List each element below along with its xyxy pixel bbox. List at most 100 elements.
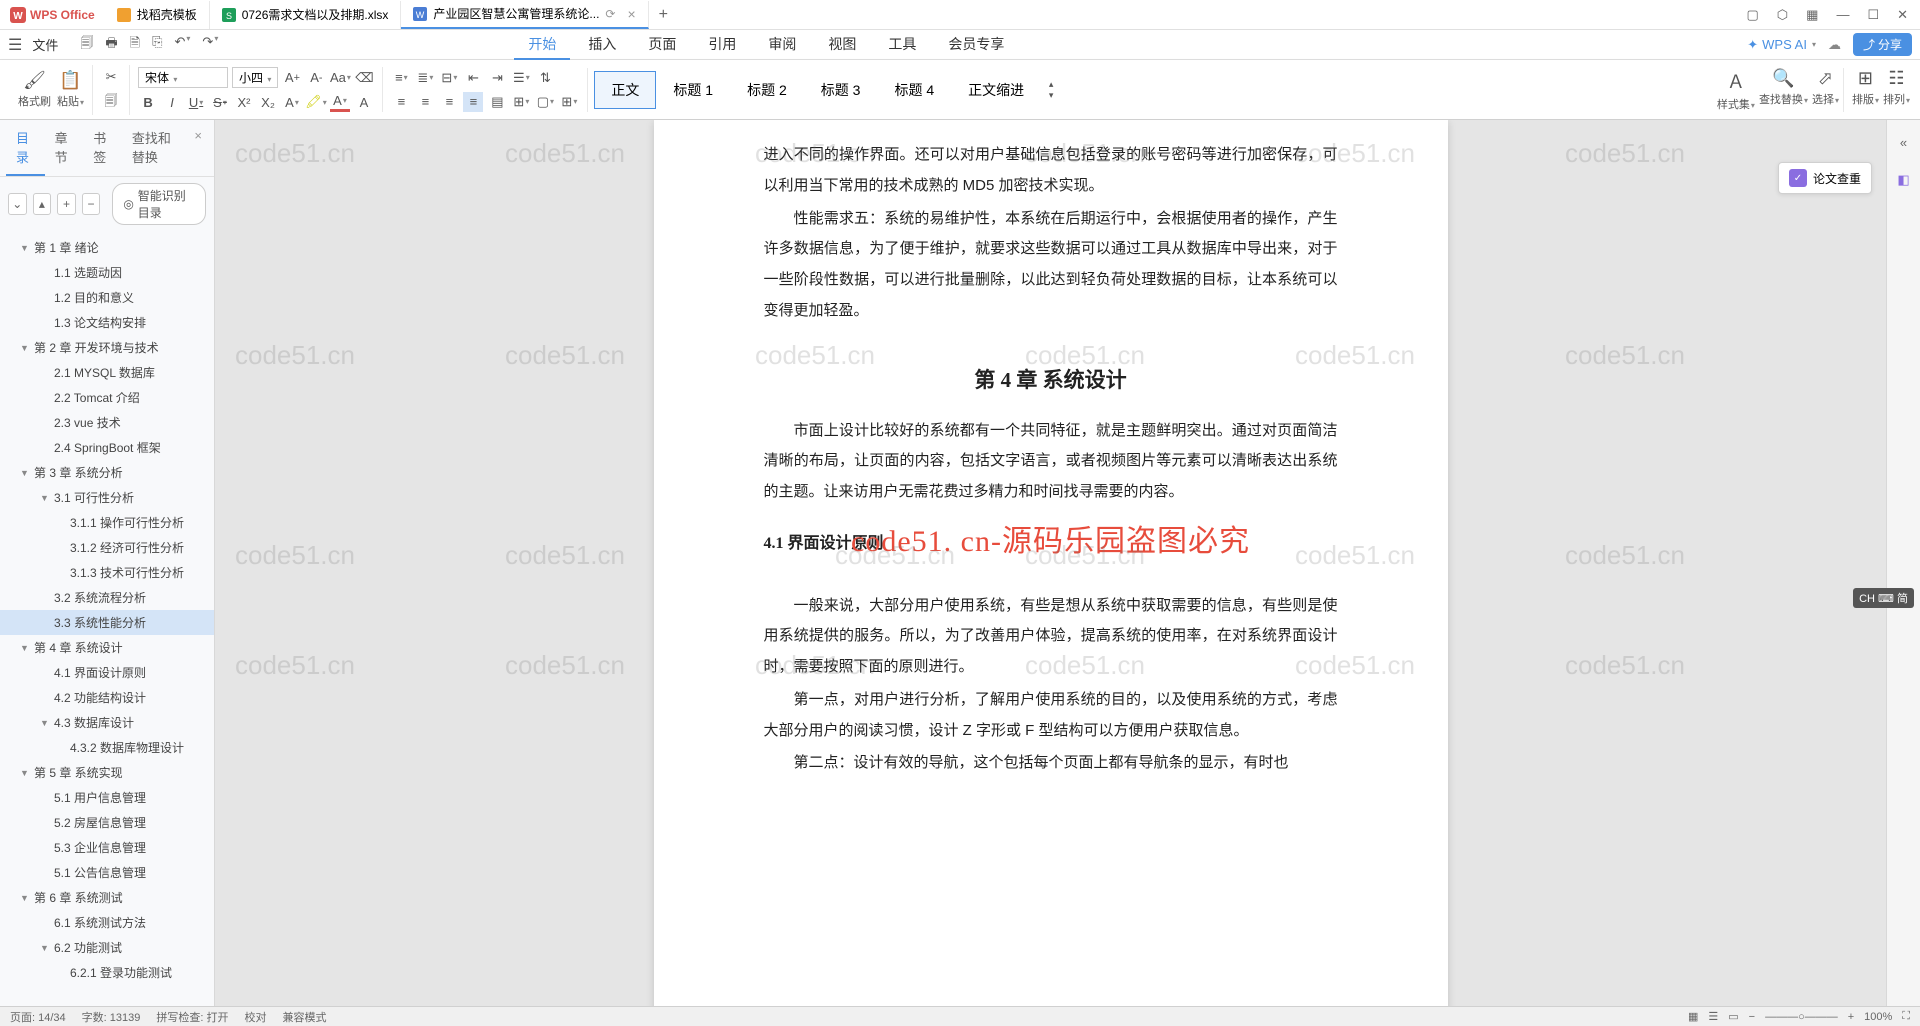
bullet-list-icon[interactable]: ≡▾	[391, 68, 411, 88]
plagiarism-check-widget[interactable]: ✓ 论文查重	[1778, 162, 1872, 194]
toc-item[interactable]: ▼3.1 可行性分析	[0, 485, 214, 510]
status-spell[interactable]: 拼写检查: 打开	[156, 1009, 228, 1025]
toc-item[interactable]: 6.2.1 登录功能测试	[0, 960, 214, 985]
menu-tab-vip[interactable]: 会员专享	[934, 30, 1018, 60]
tab-close-button[interactable]: ×	[627, 6, 635, 22]
copy-icon[interactable]: 🗐	[101, 93, 121, 113]
toc-item[interactable]: 4.3.2 数据库物理设计	[0, 735, 214, 760]
toc-item[interactable]: 1.2 目的和意义	[0, 285, 214, 310]
tab-doc-active[interactable]: W 产业园区智慧公寓管理系统论... ⟳ ×	[401, 1, 648, 29]
style-h1[interactable]: 标题 1	[656, 71, 730, 109]
status-proof[interactable]: 校对	[244, 1009, 266, 1025]
font-color-button[interactable]: A▾	[330, 92, 350, 112]
toc-remove-button[interactable]: −	[82, 193, 101, 215]
number-list-icon[interactable]: ≣▾	[415, 68, 435, 88]
toc-item[interactable]: ▼第 3 章 系统分析	[0, 460, 214, 485]
align-right-icon[interactable]: ≡	[439, 92, 459, 112]
change-case-icon[interactable]: Aa▾	[330, 68, 350, 88]
paragraph[interactable]: 市面上设计比较好的系统都有一个共同特征，就是主题鲜明突出。通过对页面简洁清晰的布…	[764, 416, 1338, 508]
file-menu[interactable]: 文件	[32, 35, 58, 54]
menu-tab-review[interactable]: 审阅	[754, 30, 810, 60]
zoom-in-button[interactable]: +	[1848, 1011, 1854, 1023]
toc-item[interactable]: ▼第 1 章 绪论	[0, 235, 214, 260]
toc-item[interactable]: 5.1 公告信息管理	[0, 860, 214, 885]
paragraph[interactable]: 一般来说，大部分用户使用系统，有些是想从系统中获取需要的信息，有些则是使用系统提…	[764, 591, 1338, 683]
sidebar-tab-chapter[interactable]: 章节	[45, 120, 84, 176]
toc-item[interactable]: 3.1.1 操作可行性分析	[0, 510, 214, 535]
toc-item[interactable]: 3.2 系统流程分析	[0, 585, 214, 610]
superscript-button[interactable]: X²	[234, 92, 254, 112]
findreplace-button[interactable]: 🔍查找替换▾	[1759, 68, 1808, 112]
toc-item[interactable]: ▼第 2 章 开发环境与技术	[0, 335, 214, 360]
win-app-icon[interactable]: ▢	[1746, 7, 1758, 23]
style-h2[interactable]: 标题 2	[730, 71, 804, 109]
menu-tab-tools[interactable]: 工具	[874, 30, 930, 60]
rp-ai-icon[interactable]: ◧	[1892, 168, 1916, 192]
menu-tab-insert[interactable]: 插入	[574, 30, 630, 60]
italic-button[interactable]: I	[162, 92, 182, 112]
view-read-icon[interactable]: ▭	[1728, 1010, 1738, 1023]
font-size-select[interactable]: 小四 ▾	[232, 67, 278, 88]
paragraph[interactable]: 进入不同的操作界面。还可以对用户基础信息包括登录的账号密码等进行加密保存，可以利…	[764, 140, 1338, 202]
win-maximize-button[interactable]: ☐	[1867, 7, 1879, 23]
document-page[interactable]: 进入不同的操作界面。还可以对用户基础信息包括登录的账号密码等进行加密保存，可以利…	[654, 120, 1448, 1006]
toc-item[interactable]: 3.3 系统性能分析	[0, 610, 214, 635]
styleset-button[interactable]: Ａ样式集▾	[1717, 68, 1755, 112]
chapter-title[interactable]: 第 4 章 系统设计	[764, 359, 1338, 402]
sidebar-close-button[interactable]: ×	[188, 120, 208, 176]
highlight-button[interactable]: 🖍▾	[306, 92, 326, 112]
toc-item[interactable]: 2.1 MYSQL 数据库	[0, 360, 214, 385]
status-page[interactable]: 页面: 14/34	[10, 1009, 66, 1025]
preview-icon[interactable]: 🗎	[130, 34, 140, 56]
toc-item[interactable]: 1.3 论文结构安排	[0, 310, 214, 335]
toc-item[interactable]: ▼4.3 数据库设计	[0, 710, 214, 735]
toc-item[interactable]: ▼第 4 章 系统设计	[0, 635, 214, 660]
toc-expand-button[interactable]: ⌄	[8, 193, 27, 215]
status-words[interactable]: 字数: 13139	[82, 1009, 141, 1025]
share-button[interactable]: ⤴分享	[1853, 33, 1912, 56]
doc-body[interactable]: 进入不同的操作界面。还可以对用户基础信息包括登录的账号密码等进行加密保存，可以利…	[764, 140, 1338, 779]
toc-item[interactable]: 3.1.3 技术可行性分析	[0, 560, 214, 585]
save-icon[interactable]: 🗐	[80, 34, 93, 56]
indent-icon[interactable]: ⇥	[487, 68, 507, 88]
grow-font-icon[interactable]: A+	[282, 68, 302, 88]
style-h3[interactable]: 标题 3	[804, 71, 878, 109]
toc-item[interactable]: 5.3 企业信息管理	[0, 835, 214, 860]
toc-item[interactable]: ▼第 6 章 系统测试	[0, 885, 214, 910]
status-mode[interactable]: 兼容模式	[282, 1009, 326, 1025]
view-page-icon[interactable]: ▦	[1688, 1010, 1698, 1023]
menu-tab-start[interactable]: 开始	[514, 30, 570, 60]
smart-toc-button[interactable]: ◎智能识别目录	[112, 183, 206, 225]
shading-icon[interactable]: ▢▾	[535, 92, 555, 112]
tab-sheet[interactable]: S 0726需求文档以及排期.xlsx	[210, 1, 402, 29]
export-icon[interactable]: ⎘	[152, 34, 162, 56]
paragraph[interactable]: 第二点：设计有效的导航，这个包括每个页面上都有导航条的显示，有时也	[764, 748, 1338, 779]
strike-button[interactable]: S▾	[210, 92, 230, 112]
toc-item[interactable]: 1.1 选题动因	[0, 260, 214, 285]
bold-button[interactable]: B	[138, 92, 158, 112]
tab-add-button[interactable]: +	[649, 6, 678, 24]
toc-item[interactable]: 4.1 界面设计原则	[0, 660, 214, 685]
cloud-icon[interactable]: ☁	[1828, 37, 1841, 53]
font-name-select[interactable]: 宋体 ▾	[138, 67, 228, 88]
underline-button[interactable]: U▾	[186, 92, 206, 112]
win-close-button[interactable]: ✕	[1897, 7, 1908, 23]
page-area[interactable]: code51.cn code51.cn code51.cn code51.cn …	[215, 120, 1886, 1006]
toc-item[interactable]: 2.3 vue 技术	[0, 410, 214, 435]
toc-item[interactable]: 5.1 用户信息管理	[0, 785, 214, 810]
distribute-icon[interactable]: ▤	[487, 92, 507, 112]
sort-button[interactable]: ☷排列▾	[1883, 68, 1910, 112]
toc-add-button[interactable]: +	[57, 193, 76, 215]
text-effect-button[interactable]: A▾	[282, 92, 302, 112]
redo-icon[interactable]: ↷▾	[202, 34, 218, 56]
select-button[interactable]: ⬀选择▾	[1812, 68, 1839, 112]
win-cube-icon[interactable]: ⬡	[1777, 7, 1788, 23]
char-shading-button[interactable]: A	[354, 92, 374, 112]
style-normal[interactable]: 正文	[594, 71, 656, 109]
fullscreen-icon[interactable]: ⛶	[1902, 1010, 1910, 1023]
ime-badge[interactable]: CH ⌨ 简	[1853, 588, 1914, 608]
style-indent[interactable]: 正文缩进	[951, 71, 1041, 109]
menu-tab-ref[interactable]: 引用	[694, 30, 750, 60]
align-justify-icon[interactable]: ≡	[463, 92, 483, 112]
shrink-font-icon[interactable]: A-	[306, 68, 326, 88]
